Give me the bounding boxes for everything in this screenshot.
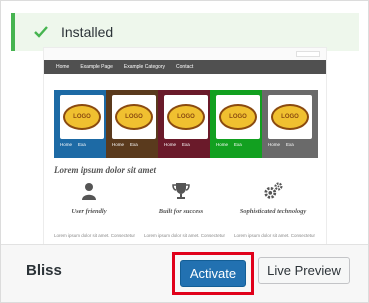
variant-nav-item: Home [60, 141, 73, 147]
logo-image: LOGO [167, 104, 205, 130]
feature-label: Sophisticated technology [239, 208, 307, 215]
variant-nav-item: Exa [182, 141, 190, 147]
variant-maroon: LOGO Home Exa [158, 90, 214, 158]
variant-nav-item: Exa [234, 141, 242, 147]
trophy-icon [171, 181, 191, 201]
variant-nav-item: Home [164, 141, 177, 147]
preview-nav: Home Example Page Example Category Conta… [44, 60, 326, 74]
preview-body-text: Lorem ipsum dolor sit amet. Consectetur [234, 233, 316, 238]
logo-image: LOGO [219, 104, 257, 130]
preview-topbar [44, 48, 326, 60]
preview-body-text: Lorem ipsum dolor sit amet. Consectetur [144, 233, 226, 238]
theme-screenshot[interactable]: Home Example Page Example Category Conta… [43, 47, 327, 247]
logo-image: LOGO [115, 104, 153, 130]
installed-notice: Installed [11, 13, 359, 51]
theme-card: Installed Home Example Page Example Cate… [0, 0, 369, 303]
logo-image: LOGO [271, 104, 309, 130]
variant-nav-item: Home [216, 141, 229, 147]
color-variants: LOGO Home Exa LOGO Home Exa LOGO Home Exa L… [54, 90, 320, 158]
variant-blue: LOGO Home Exa [54, 90, 110, 158]
theme-actions-bar: Bliss Activate Live Preview [1, 244, 368, 302]
preview-heading: Lorem ipsum dolor sit amet [54, 165, 157, 175]
preview-nav-item: Home [56, 64, 70, 70]
variant-nav-item: Home [268, 141, 281, 147]
activate-button[interactable]: Activate [180, 260, 246, 287]
gears-icon [263, 181, 283, 201]
feature-built-for-success: Built for success [136, 181, 226, 215]
variant-brown: LOGO Home Exa [106, 90, 162, 158]
preview-body-text: Lorem ipsum dolor sit amet. Consectetur [54, 233, 136, 238]
variant-nav-item: Exa [130, 141, 138, 147]
variant-gray: LOGO Home Exa [262, 90, 318, 158]
highlight-box: Activate [172, 252, 254, 295]
variant-green: LOGO Home Exa [210, 90, 266, 158]
preview-nav-item: Contact [176, 64, 194, 70]
feature-sophisticated-technology: Sophisticated technology [228, 181, 318, 215]
user-icon [79, 181, 99, 201]
feature-label: Built for success [158, 208, 204, 215]
variant-nav-item: Exa [286, 141, 294, 147]
checkmark-icon [33, 24, 49, 40]
feature-user-friendly: User friendly [44, 181, 134, 215]
preview-nav-item: Example Page [80, 64, 113, 70]
theme-name: Bliss [26, 262, 62, 279]
live-preview-button[interactable]: Live Preview [258, 257, 350, 284]
feature-label: User friendly [71, 208, 107, 215]
notice-text: Installed [61, 24, 114, 40]
preview-nav-item: Example Category [123, 64, 166, 70]
preview-search-box [296, 51, 320, 57]
variant-nav-item: Exa [78, 141, 86, 147]
logo-image: LOGO [63, 104, 101, 130]
variant-nav-item: Home [112, 141, 125, 147]
